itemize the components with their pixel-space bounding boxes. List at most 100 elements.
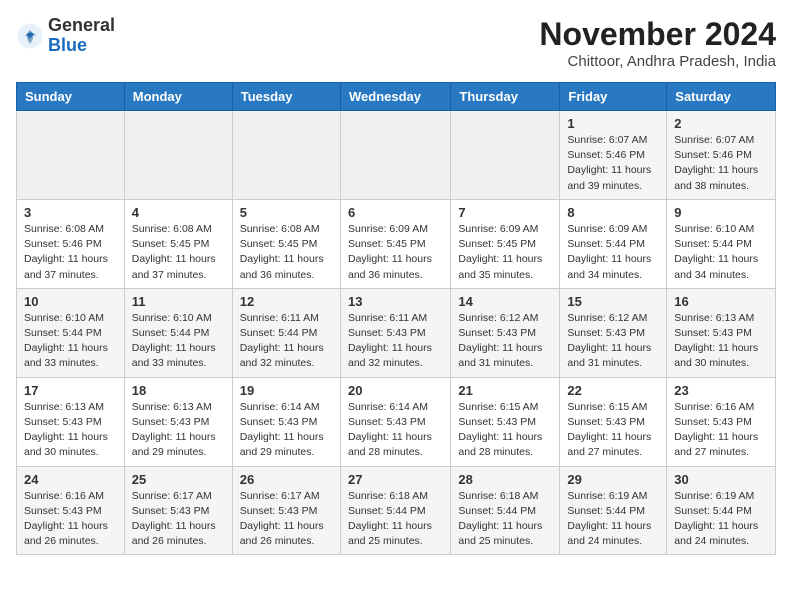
day-number: 27	[348, 472, 443, 487]
day-number: 1	[567, 116, 659, 131]
day-info: Sunrise: 6:10 AM Sunset: 5:44 PM Dayligh…	[132, 311, 225, 372]
day-cell: 19 Sunrise: 6:14 AM Sunset: 5:43 PM Dayli…	[232, 377, 340, 466]
day-number: 14	[458, 294, 552, 309]
day-number: 12	[240, 294, 333, 309]
logo: General Blue	[16, 16, 115, 56]
day-cell: 26Sunrise: 6:17 AM Sunset: 5:43 PM Dayli…	[232, 466, 340, 555]
day-number: 10	[24, 294, 117, 309]
day-cell: 15 Sunrise: 6:12 AM Sunset: 5:43 PM Dayli…	[560, 288, 667, 377]
day-cell: 27 Sunrise: 6:18 AM Sunset: 5:44 PM Dayli…	[340, 466, 450, 555]
day-cell: 5Sunrise: 6:08 AM Sunset: 5:45 PM Daylig…	[232, 199, 340, 288]
day-cell: 28 Sunrise: 6:18 AM Sunset: 5:44 PM Dayli…	[451, 466, 560, 555]
day-number: 5	[240, 205, 333, 220]
day-number: 15	[567, 294, 659, 309]
day-header-wednesday: Wednesday	[340, 83, 450, 111]
day-cell: 2 Sunrise: 6:07 AM Sunset: 5:46 PM Daylig…	[667, 111, 776, 200]
day-number: 17	[24, 383, 117, 398]
day-cell: 24Sunrise: 6:16 AM Sunset: 5:43 PM Dayli…	[17, 466, 125, 555]
day-header-saturday: Saturday	[667, 83, 776, 111]
day-info: Sunrise: 6:09 AM Sunset: 5:45 PM Dayligh…	[348, 222, 443, 283]
location: Chittoor, Andhra Pradesh, India	[539, 53, 776, 70]
day-info: Sunrise: 6:18 AM Sunset: 5:44 PM Dayligh…	[348, 489, 443, 550]
day-info: Sunrise: 6:15 AM Sunset: 5:43 PM Dayligh…	[567, 400, 659, 461]
day-header-tuesday: Tuesday	[232, 83, 340, 111]
day-info: Sunrise: 6:16 AM Sunset: 5:43 PM Dayligh…	[24, 489, 117, 550]
day-info: Sunrise: 6:08 AM Sunset: 5:46 PM Dayligh…	[24, 222, 117, 283]
day-cell: 14 Sunrise: 6:12 AM Sunset: 5:43 PM Dayli…	[451, 288, 560, 377]
day-number: 9	[674, 205, 768, 220]
day-info: Sunrise: 6:07 AM Sunset: 5:46 PM Dayligh…	[567, 133, 659, 194]
day-info: Sunrise: 6:10 AM Sunset: 5:44 PM Dayligh…	[24, 311, 117, 372]
day-number: 21	[458, 383, 552, 398]
week-row: 10 Sunrise: 6:10 AM Sunset: 5:44 PM Dayli…	[17, 288, 776, 377]
day-cell: 1 Sunrise: 6:07 AM Sunset: 5:46 PM Daylig…	[560, 111, 667, 200]
week-row: 24Sunrise: 6:16 AM Sunset: 5:43 PM Dayli…	[17, 466, 776, 555]
day-info: Sunrise: 6:15 AM Sunset: 5:43 PM Dayligh…	[458, 400, 552, 461]
day-header-thursday: Thursday	[451, 83, 560, 111]
day-info: Sunrise: 6:12 AM Sunset: 5:43 PM Dayligh…	[567, 311, 659, 372]
day-number: 16	[674, 294, 768, 309]
day-cell	[124, 111, 232, 200]
day-number: 18	[132, 383, 225, 398]
day-number: 28	[458, 472, 552, 487]
day-cell: 11 Sunrise: 6:10 AM Sunset: 5:44 PM Dayli…	[124, 288, 232, 377]
calendar-body: 1 Sunrise: 6:07 AM Sunset: 5:46 PM Daylig…	[17, 111, 776, 555]
day-number: 3	[24, 205, 117, 220]
day-info: Sunrise: 6:17 AM Sunset: 5:43 PM Dayligh…	[132, 489, 225, 550]
day-cell: 18 Sunrise: 6:13 AM Sunset: 5:43 PM Dayli…	[124, 377, 232, 466]
day-info: Sunrise: 6:18 AM Sunset: 5:44 PM Dayligh…	[458, 489, 552, 550]
day-info: Sunrise: 6:14 AM Sunset: 5:43 PM Dayligh…	[240, 400, 333, 461]
day-number: 22	[567, 383, 659, 398]
day-info: Sunrise: 6:07 AM Sunset: 5:46 PM Dayligh…	[674, 133, 768, 194]
day-info: Sunrise: 6:09 AM Sunset: 5:44 PM Dayligh…	[567, 222, 659, 283]
day-number: 7	[458, 205, 552, 220]
month-title: November 2024	[539, 16, 776, 53]
day-cell: 13 Sunrise: 6:11 AM Sunset: 5:43 PM Dayli…	[340, 288, 450, 377]
day-info: Sunrise: 6:09 AM Sunset: 5:45 PM Dayligh…	[458, 222, 552, 283]
day-cell: 23 Sunrise: 6:16 AM Sunset: 5:43 PM Dayli…	[667, 377, 776, 466]
week-row: 3 Sunrise: 6:08 AM Sunset: 5:46 PM Daylig…	[17, 199, 776, 288]
day-info: Sunrise: 6:14 AM Sunset: 5:43 PM Dayligh…	[348, 400, 443, 461]
day-cell: 6 Sunrise: 6:09 AM Sunset: 5:45 PM Daylig…	[340, 199, 450, 288]
day-info: Sunrise: 6:11 AM Sunset: 5:44 PM Dayligh…	[240, 311, 333, 372]
day-number: 11	[132, 294, 225, 309]
day-number: 29	[567, 472, 659, 487]
day-cell: 21 Sunrise: 6:15 AM Sunset: 5:43 PM Dayli…	[451, 377, 560, 466]
calendar-header: SundayMondayTuesdayWednesdayThursdayFrid…	[17, 83, 776, 111]
day-cell: 9 Sunrise: 6:10 AM Sunset: 5:44 PM Daylig…	[667, 199, 776, 288]
day-info: Sunrise: 6:08 AM Sunset: 5:45 PM Dayligh…	[132, 222, 225, 283]
day-number: 8	[567, 205, 659, 220]
day-cell: 4Sunrise: 6:08 AM Sunset: 5:45 PM Daylig…	[124, 199, 232, 288]
day-cell: 29Sunrise: 6:19 AM Sunset: 5:44 PM Dayli…	[560, 466, 667, 555]
day-number: 6	[348, 205, 443, 220]
day-cell: 16 Sunrise: 6:13 AM Sunset: 5:43 PM Dayli…	[667, 288, 776, 377]
week-row: 1 Sunrise: 6:07 AM Sunset: 5:46 PM Daylig…	[17, 111, 776, 200]
day-cell: 17Sunrise: 6:13 AM Sunset: 5:43 PM Dayli…	[17, 377, 125, 466]
day-info: Sunrise: 6:11 AM Sunset: 5:43 PM Dayligh…	[348, 311, 443, 372]
day-cell: 25 Sunrise: 6:17 AM Sunset: 5:43 PM Dayli…	[124, 466, 232, 555]
day-number: 2	[674, 116, 768, 131]
calendar: SundayMondayTuesdayWednesdayThursdayFrid…	[16, 82, 776, 555]
day-cell: 22 Sunrise: 6:15 AM Sunset: 5:43 PM Dayli…	[560, 377, 667, 466]
logo-text: General Blue	[48, 16, 115, 56]
day-header-sunday: Sunday	[17, 83, 125, 111]
day-number: 19	[240, 383, 333, 398]
day-number: 13	[348, 294, 443, 309]
day-cell	[17, 111, 125, 200]
day-header-friday: Friday	[560, 83, 667, 111]
day-cell: 10 Sunrise: 6:10 AM Sunset: 5:44 PM Dayli…	[17, 288, 125, 377]
calendar-header-row: SundayMondayTuesdayWednesdayThursdayFrid…	[17, 83, 776, 111]
day-info: Sunrise: 6:13 AM Sunset: 5:43 PM Dayligh…	[674, 311, 768, 372]
day-number: 25	[132, 472, 225, 487]
day-info: Sunrise: 6:13 AM Sunset: 5:43 PM Dayligh…	[132, 400, 225, 461]
day-info: Sunrise: 6:12 AM Sunset: 5:43 PM Dayligh…	[458, 311, 552, 372]
day-cell: 12 Sunrise: 6:11 AM Sunset: 5:44 PM Dayli…	[232, 288, 340, 377]
day-info: Sunrise: 6:16 AM Sunset: 5:43 PM Dayligh…	[674, 400, 768, 461]
day-info: Sunrise: 6:10 AM Sunset: 5:44 PM Dayligh…	[674, 222, 768, 283]
day-number: 23	[674, 383, 768, 398]
title-block: November 2024 Chittoor, Andhra Pradesh, …	[539, 16, 776, 70]
day-number: 26	[240, 472, 333, 487]
day-cell: 8 Sunrise: 6:09 AM Sunset: 5:44 PM Daylig…	[560, 199, 667, 288]
day-cell	[232, 111, 340, 200]
day-info: Sunrise: 6:19 AM Sunset: 5:44 PM Dayligh…	[674, 489, 768, 550]
